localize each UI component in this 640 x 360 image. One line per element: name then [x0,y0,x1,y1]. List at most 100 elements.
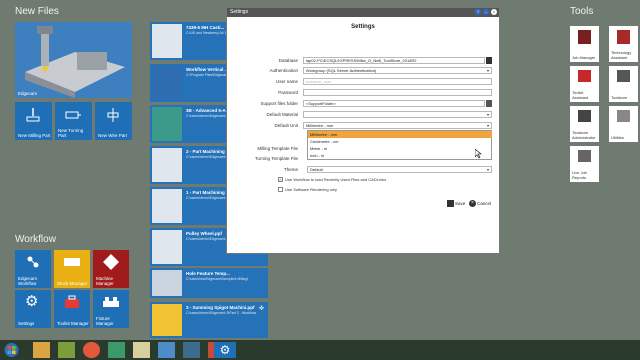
recent-files-checkbox[interactable]: ✓ [278,177,283,182]
folder-browse-icon[interactable] [486,100,492,107]
turning-template-label: Turning Template File [254,156,298,161]
recent-file-name: Workflow Vertical ... [186,67,229,72]
unit-dropdown-list: Millimetre - mm Centimetre - cm Metre - … [307,130,492,160]
settings-taskbar-gear-icon[interactable]: ⚙ [214,342,236,358]
start-button[interactable] [3,342,20,358]
support-files-folder-field[interactable]: <SupportFolder> [303,100,485,107]
recent-file-name: Hole Feature Temp... [186,271,230,276]
chrome-taskbar-icon[interactable] [83,342,100,358]
live-job-reports-tile[interactable]: Live Job Reports [570,146,599,182]
explorer-taskbar-icon[interactable] [133,342,150,358]
folder-taskbar-icon[interactable] [33,342,50,358]
default-unit-label: Default Unit [274,123,298,128]
minimize-icon[interactable]: – [483,9,489,15]
recent-file-thumbnail [152,107,182,141]
stock-manager-tile[interactable]: Stock Manager [54,250,90,288]
theme-value: Default [310,167,323,172]
save-icon [447,200,454,207]
technology-assistant-tile[interactable]: Technology Assistant [609,26,638,62]
settings-dialog: Settings ? – × Settings Database lap02-P… [226,7,500,254]
edgecam-tile[interactable]: Edgecam [15,22,132,98]
default-unit-select[interactable]: Millimetre - mm ▾ [303,122,492,129]
edgecam-workflow-tile[interactable]: Edgecam Workflow [15,250,51,288]
job-manager-tile[interactable]: Job Manager [570,26,599,62]
toolkit-assistant-tile[interactable]: Toolkit Assistant [570,66,599,102]
toolstore-administrator-label: Toolstore Administrator [572,130,596,140]
authentication-value: Workgroup (SQL Server Authentication) [306,68,377,73]
recent-file-name: 7439-5 MH Casti... [186,25,225,30]
unit-option-m[interactable]: Metre - m [308,145,492,152]
recent-file-item[interactable]: Hole Feature Temp... C:\users\ma\Edgecam… [150,268,268,298]
edgecam-workflow-label: Edgecam Workflow [18,276,38,286]
help-icon[interactable]: ? [475,9,481,15]
recent-file-path: C:\users\demo\Edgecam\ 3\Part 3 - Workfl… [186,311,257,315]
save-button[interactable]: Save [447,200,467,209]
lock-icon[interactable] [486,57,492,64]
toolkit-manager-tile[interactable]: Toolkit Manager [54,290,90,328]
stock-manager-label: Stock Manager [57,281,88,286]
settings-tile[interactable]: ⚙ Settings [15,290,51,328]
recent-file-thumbnail [152,270,182,296]
toolstore-administrator-tile[interactable]: Toolstore Administrator [570,106,599,142]
new-milling-icon [26,108,40,122]
recent-file-thumbnail [152,148,182,182]
app-taskbar-icon-2[interactable] [183,342,200,358]
authentication-select[interactable]: Workgroup (SQL Server Authentication) ▾ [303,67,492,74]
new-turning-part-tile[interactable]: New Turning Part [55,102,92,140]
machine-manager-label: Machine Manager [96,276,114,286]
database-label: Database [278,58,298,63]
chevron-down-icon: ▾ [486,123,489,128]
recent-file-thumbnail [152,230,182,264]
cancel-button[interactable]: × Cancel [469,200,495,209]
job-manager-label: Job Manager [572,54,596,60]
toolkit-assistant-icon [578,70,591,82]
authentication-label: Authentication [269,68,298,73]
recent-files-checkbox-label: Use Workflow to load Recently Used Files… [285,177,387,182]
media-player-taskbar-icon[interactable] [58,342,75,358]
pin-icon[interactable]: ✜ [259,305,264,312]
dialog-titlebar: Settings ? – × [227,8,499,17]
machine-icon [103,254,119,270]
close-icon[interactable]: × [491,9,497,15]
technology-assistant-icon [617,30,630,44]
live-job-reports-icon [578,150,591,162]
taskbar: ⚙ [0,340,640,360]
fixture-manager-tile[interactable]: Fixture Manager [93,290,129,328]
theme-select[interactable]: Default ▾ [307,166,492,173]
toolstore-admin-icon [578,110,591,122]
edgecam-tile-label: Edgecam [18,91,38,96]
software-rendering-checkbox[interactable] [278,187,283,192]
chevron-down-icon: ▾ [486,68,489,73]
database-field[interactable]: lap02-PC\ECSQLEXPRESS\Mike_O_Neill_ToolS… [303,57,485,64]
default-unit-value: Millimetre - mm [306,123,334,128]
stock-icon [64,258,80,266]
mouse-cursor-icon [475,149,482,159]
new-wire-icon [107,108,119,122]
dialog-window-title: Settings [230,9,249,15]
user-name-field[interactable]: toolstore_user [303,78,492,85]
unit-option-mm[interactable]: Millimetre - mm [308,131,492,138]
default-material-select[interactable]: ▾ [303,111,492,118]
recent-file-thumbnail [152,304,182,336]
machine-manager-tile[interactable]: Machine Manager [93,250,129,288]
recent-file-name: Pulley Wheel.ppf [186,231,223,236]
recent-file-name: 3 - Summing Spigot Machini.ppf [186,305,255,310]
unit-option-cm[interactable]: Centimetre - cm [308,138,492,145]
job-manager-icon [578,30,591,44]
edgecam-taskbar-icon[interactable] [108,342,125,358]
edgecam-part-icon [15,22,132,98]
unit-option-in[interactable]: Inch - in [308,152,492,159]
recent-file-thumbnail [152,24,182,58]
new-milling-part-tile[interactable]: New Milling Part [15,102,52,140]
password-field[interactable] [303,89,492,96]
technology-assistant-label: Technology Assistant [611,50,632,60]
new-wire-part-tile[interactable]: New Wire Part [95,102,132,140]
app-taskbar-icon[interactable] [158,342,175,358]
recent-file-item[interactable]: 3 - Summing Spigot Machini.ppf C:\users\… [150,302,268,338]
gear-icon: ⚙ [25,293,39,310]
toolstore-tile[interactable]: Toolstore [609,66,638,102]
utilities-tile[interactable]: Utilities [609,106,638,142]
tools-title: Tools [570,6,594,17]
fixture-manager-label: Fixture Manager [96,316,114,326]
recent-file-name: 1 - Part Machining ... [186,190,230,195]
